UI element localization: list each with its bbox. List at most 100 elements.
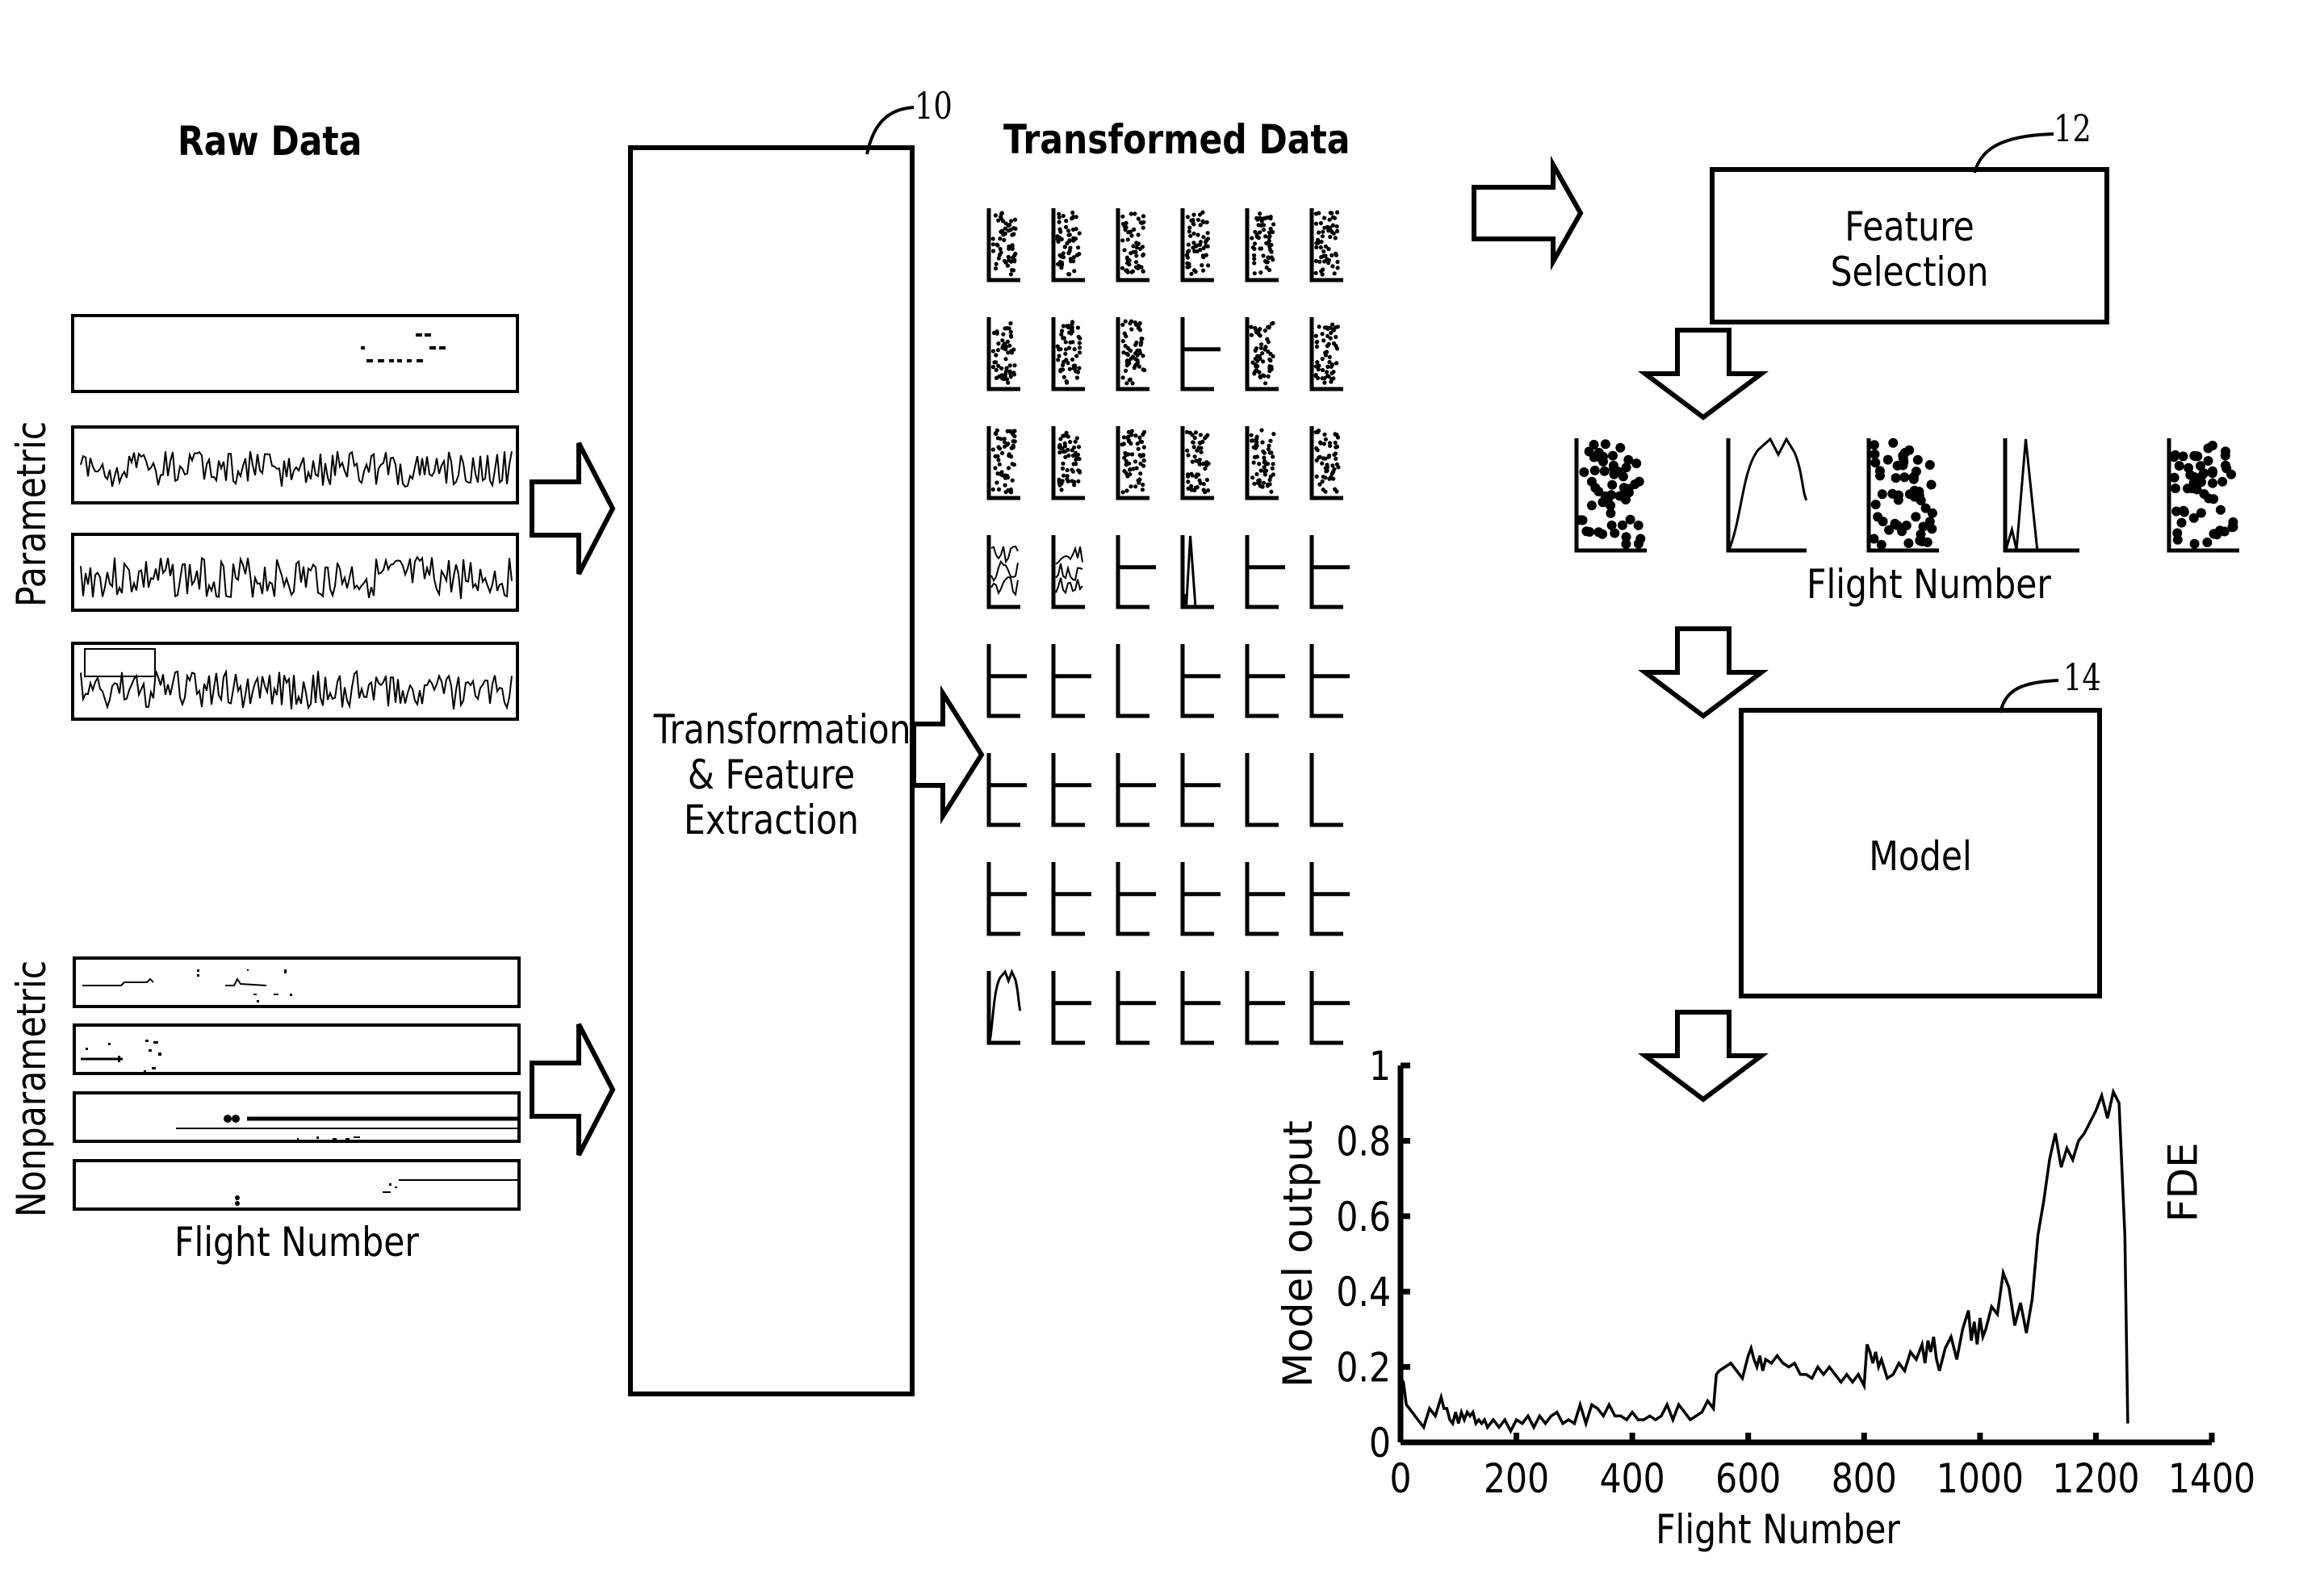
- scatter-point: [1877, 489, 1887, 500]
- scatter-point: [1070, 467, 1074, 472]
- scatter-point: [1904, 445, 1915, 455]
- scatter-point: [995, 480, 999, 485]
- mini-axes: [1116, 971, 1149, 1045]
- scatter-point: [1267, 230, 1272, 235]
- scatter-point: [1123, 319, 1128, 324]
- scatter-point: [1916, 496, 1926, 506]
- scatter-point: [1600, 439, 1610, 450]
- scatter-point: [1134, 466, 1139, 471]
- scatter-point: [1254, 440, 1259, 445]
- transformed-feature-plot: [1309, 317, 1343, 391]
- scatter-point: [1009, 259, 1014, 264]
- scatter-point: [1076, 479, 1081, 483]
- scatter-point: [1065, 467, 1070, 473]
- scatter-point: [1911, 512, 1921, 522]
- scatter-point: [1334, 489, 1339, 494]
- transformed-feature-plot: [1245, 535, 1285, 609]
- hump-line: [988, 969, 1022, 1043]
- scatter-point: [1190, 473, 1195, 478]
- scatter-point: [1266, 255, 1271, 260]
- transformed-feature-plot: [1180, 208, 1214, 282]
- transformed-feature-plot: [1116, 208, 1149, 282]
- scatter-point: [1066, 325, 1071, 330]
- scatter-point: [1139, 337, 1144, 341]
- sparse-trace: [176, 1115, 520, 1140]
- arrow-right-icon: [1472, 155, 1584, 271]
- scatter-point: [1322, 325, 1327, 330]
- hump-line: [1727, 436, 1808, 550]
- scatter-point: [1187, 262, 1191, 266]
- scatter-point: [991, 249, 996, 253]
- scatter-point: [1124, 363, 1129, 368]
- scatter-point: [1317, 455, 1321, 460]
- scatter-point: [1133, 363, 1137, 368]
- scatter-point: [1010, 246, 1015, 251]
- scatter-point: [1124, 488, 1129, 493]
- scatter-point: [1617, 520, 1627, 530]
- scatter-point: [1059, 266, 1064, 270]
- scatter-point: [1141, 269, 1145, 274]
- scatter-point: [1006, 466, 1011, 471]
- scatter-point: [1196, 460, 1202, 465]
- scatter-point: [1897, 526, 1907, 537]
- noise-line: [1055, 577, 1083, 595]
- scatter-point: [998, 215, 1003, 220]
- mini-axes: [2003, 438, 2079, 553]
- scatter-point: [1076, 334, 1081, 339]
- mini-axes: [1116, 535, 1149, 609]
- scatter-point: [1123, 344, 1128, 349]
- scatter-point: [1319, 239, 1324, 245]
- scatter-point: [1317, 324, 1321, 329]
- scatter-point: [1329, 211, 1334, 216]
- scatter-point: [1007, 363, 1012, 368]
- scatter-point: [1258, 468, 1263, 473]
- scatter-point: [1063, 351, 1068, 356]
- mini-axes: [1180, 753, 1214, 827]
- scatter-point: [2188, 513, 2199, 523]
- scatter-point: [1120, 266, 1125, 270]
- scatter-point: [1191, 241, 1196, 245]
- scatter-point: [2207, 468, 2217, 479]
- scatter-point: [1320, 357, 1325, 362]
- noise-line: [990, 575, 1019, 596]
- transformed-feature-plot: [1245, 426, 1279, 500]
- scatter-point: [1124, 268, 1129, 273]
- y-tick-label: 0.8: [1336, 1118, 1391, 1165]
- scatter-point: [1585, 527, 1595, 537]
- scatter-point: [1271, 432, 1276, 437]
- scatter-point: [1141, 367, 1145, 372]
- scatter-point: [1263, 381, 1268, 386]
- transformed-feature-plot: [986, 426, 1020, 500]
- mini-axes: [986, 644, 1020, 718]
- scatter-point: [1061, 461, 1066, 466]
- scatter-point: [996, 487, 1002, 492]
- scatter-point: [1203, 490, 1208, 495]
- scatter-point: [1200, 219, 1205, 224]
- scatter-point: [2174, 461, 2184, 471]
- scatter-point: [1204, 434, 1209, 439]
- scatter-point: [1599, 466, 1610, 476]
- scatter-point: [1059, 329, 1065, 333]
- scatter-point: [1205, 231, 1210, 236]
- y-tick-label: 1: [1369, 1043, 1391, 1090]
- scatter-point: [1313, 333, 1318, 338]
- scatter-point: [1200, 210, 1205, 215]
- scatter-point: [1198, 441, 1203, 446]
- scatter-point: [996, 445, 1001, 450]
- scatter-point: [999, 437, 1003, 442]
- scatter-point: [1335, 228, 1340, 233]
- scatter-point: [1123, 227, 1128, 232]
- scatter-point: [1198, 242, 1203, 247]
- scatter-point: [1263, 234, 1268, 239]
- scatter-point: [1057, 220, 1062, 224]
- scatter-point: [1200, 253, 1205, 258]
- scatter-point: [1193, 430, 1198, 435]
- scatter-point: [1066, 361, 1070, 366]
- scatter-point: [1265, 483, 1270, 488]
- scatter-point: [1187, 229, 1191, 234]
- scatter-point: [1012, 363, 1017, 368]
- scatter-point: [1324, 349, 1329, 354]
- y-tick-label: 0: [1369, 1420, 1391, 1467]
- scatter-point: [1322, 380, 1327, 385]
- scatter-point: [1914, 487, 1924, 496]
